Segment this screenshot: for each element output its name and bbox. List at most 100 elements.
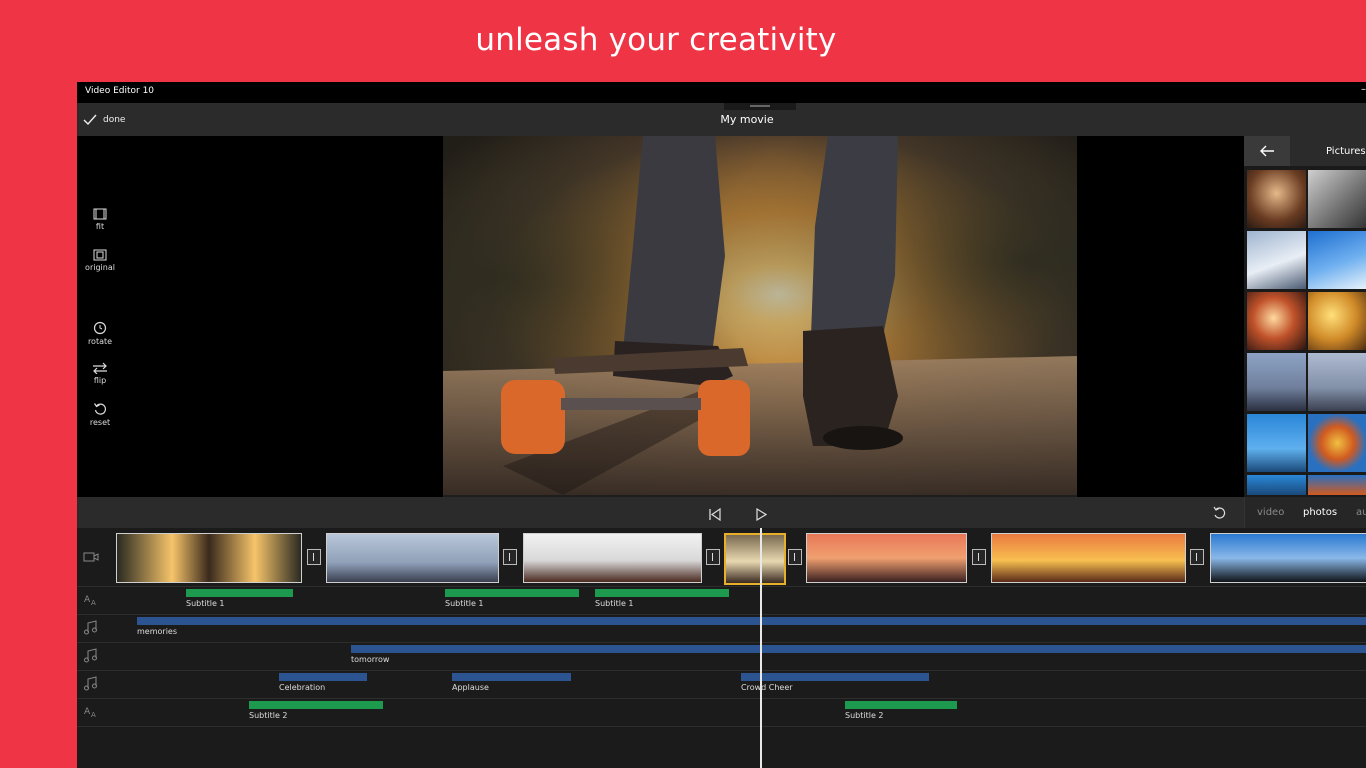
tab-photos[interactable]: photos	[1303, 507, 1337, 518]
media-picker-panel: Pictures video photos au	[1244, 136, 1366, 528]
subtitle-label: Subtitle 1	[595, 599, 634, 608]
skip-back-button[interactable]	[708, 506, 721, 525]
video-clip[interactable]	[991, 533, 1186, 583]
transition-button[interactable]	[503, 549, 517, 565]
music-track-1: memories	[77, 614, 1366, 643]
sound-effect-bar[interactable]	[741, 673, 929, 681]
media-picker-header: Pictures	[1244, 136, 1366, 166]
subtitle-label: Subtitle 2	[845, 711, 884, 720]
svg-text:A: A	[91, 599, 96, 607]
minimize-button[interactable]: –	[1361, 84, 1366, 95]
picture-thumb[interactable]	[1247, 170, 1306, 228]
rotate-label: rotate	[87, 337, 113, 346]
playback-controls	[77, 497, 1244, 528]
music-bar[interactable]	[137, 617, 1366, 625]
video-clip[interactable]	[116, 533, 302, 583]
preview-frame-image	[443, 136, 1077, 495]
picture-thumb[interactable]	[1247, 231, 1306, 289]
picture-thumb[interactable]	[1308, 231, 1366, 289]
back-button[interactable]	[1244, 136, 1290, 166]
svg-text:A: A	[91, 711, 96, 719]
text-size-icon: AA	[84, 595, 96, 607]
play-button[interactable]	[755, 506, 768, 525]
picture-thumb[interactable]	[1308, 353, 1366, 411]
picture-thumb[interactable]	[1247, 414, 1306, 472]
video-clip[interactable]	[523, 533, 702, 583]
subtitle-track-1: AA Subtitle 1 Subtitle 1 Subtitle 1	[77, 586, 1366, 615]
sound-effect-bar[interactable]	[452, 673, 571, 681]
music-track-2: tomorrow	[77, 642, 1366, 671]
rotate-button[interactable]: rotate	[83, 321, 117, 346]
subtitle-label: Subtitle 1	[445, 599, 484, 608]
transition-button[interactable]	[1190, 549, 1204, 565]
svg-text:A: A	[84, 595, 91, 605]
video-clip[interactable]	[326, 533, 499, 583]
subtitle-bar[interactable]	[595, 589, 729, 597]
text-size-icon: AA	[84, 707, 96, 719]
picture-thumb[interactable]	[1308, 170, 1366, 228]
tagline: unleash your creativity	[475, 22, 837, 58]
undo-button[interactable]	[1212, 505, 1226, 524]
subtitle-bar[interactable]	[249, 701, 383, 709]
picture-thumb[interactable]	[1247, 292, 1306, 350]
sound-effects-track: Celebration Applause Crowd Cheer	[77, 670, 1366, 699]
subtitle-bar[interactable]	[445, 589, 579, 597]
title-bar: Video Editor 10 –	[77, 82, 1366, 103]
skip-back-icon	[709, 507, 721, 522]
video-clip[interactable]	[1210, 533, 1366, 583]
flip-label: flip	[93, 376, 107, 385]
video-clip-selected[interactable]	[724, 533, 786, 585]
reset-icon	[94, 403, 107, 415]
fit-icon	[93, 208, 107, 220]
picture-thumb[interactable]	[1247, 475, 1306, 495]
tab-audio[interactable]: au	[1356, 507, 1366, 518]
transition-button[interactable]	[788, 549, 802, 565]
promo-banner: unleash your creativity	[0, 0, 1366, 82]
sound-effect-bar[interactable]	[279, 673, 367, 681]
top-bar: done My movie	[77, 103, 1366, 136]
reset-label: reset	[89, 418, 111, 427]
picture-thumb[interactable]	[1308, 414, 1366, 472]
video-preview[interactable]	[443, 136, 1077, 495]
original-button[interactable]: original	[83, 249, 117, 272]
picture-thumb[interactable]	[1308, 475, 1366, 495]
music-note-icon	[84, 648, 97, 663]
app-window: Video Editor 10 – done My movie fit orig…	[77, 82, 1366, 768]
rotate-icon	[93, 321, 107, 335]
transition-button[interactable]	[972, 549, 986, 565]
reset-button[interactable]: reset	[83, 402, 117, 427]
fit-button[interactable]: fit	[83, 208, 117, 231]
music-label: tomorrow	[351, 655, 390, 664]
music-bar[interactable]	[351, 645, 1366, 653]
fit-label: fit	[95, 222, 105, 231]
media-picker-title: Pictures	[1326, 146, 1366, 157]
app-title: Video Editor 10	[85, 86, 155, 96]
svg-text:A: A	[84, 707, 91, 717]
picture-thumb[interactable]	[1247, 353, 1306, 411]
subtitle-bar[interactable]	[845, 701, 957, 709]
original-label: original	[85, 263, 115, 272]
subtitle-track-2: AA Subtitle 2 Subtitle 2	[77, 698, 1366, 727]
music-note-icon	[84, 676, 97, 691]
preview-letterbox-right	[1077, 136, 1244, 497]
transition-button[interactable]	[706, 549, 720, 565]
picture-thumb[interactable]	[1308, 292, 1366, 350]
crop-tools-panel: fit original rotate flip reset	[77, 136, 443, 497]
media-type-tabs: video photos au	[1244, 497, 1366, 528]
drag-handle[interactable]	[724, 103, 796, 110]
sound-effect-label: Crowd Cheer	[741, 683, 793, 692]
subtitle-bar[interactable]	[186, 589, 293, 597]
flip-button[interactable]: flip	[83, 362, 117, 385]
sound-effect-label: Applause	[452, 683, 489, 692]
transition-button[interactable]	[307, 549, 321, 565]
timeline: AA Subtitle 1 Subtitle 1 Subtitle 1 memo…	[77, 528, 1366, 768]
arrow-left-icon	[1260, 145, 1274, 157]
video-clip[interactable]	[806, 533, 967, 583]
tab-video[interactable]: video	[1257, 507, 1284, 518]
flip-icon	[93, 362, 107, 374]
undo-icon	[1213, 506, 1226, 519]
music-note-icon	[84, 620, 97, 635]
sound-effect-label: Celebration	[279, 683, 326, 692]
playhead[interactable]	[760, 528, 762, 768]
subtitle-label: Subtitle 2	[249, 711, 288, 720]
